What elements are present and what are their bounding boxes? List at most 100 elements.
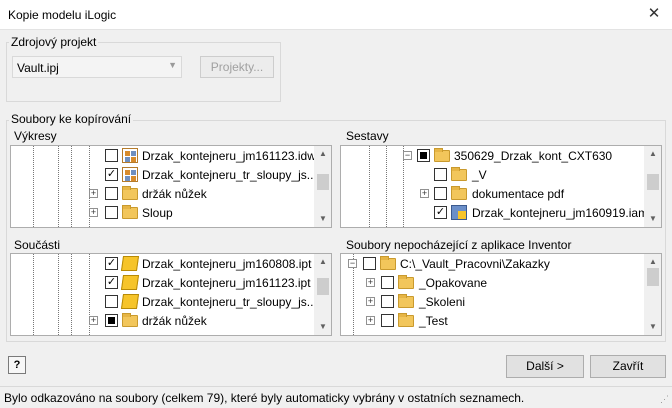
tree-row[interactable]: _V — [341, 165, 641, 184]
projects-button[interactable]: Projekty... — [200, 56, 274, 78]
resize-grip-icon[interactable]: ⋰ — [660, 394, 669, 405]
source-project-label: Zdrojový projekt — [9, 35, 99, 49]
tree-row[interactable]: + Sloup — [11, 203, 311, 222]
row-label: Drzak_kontejneru_jm160808.ipt — [142, 257, 312, 271]
tree-row[interactable]: Drzak_kontejneru_tr_sloupy_js... — [11, 292, 317, 311]
tree-row[interactable]: ✓ Drzak_kontejneru_tr_sloupy_js... — [11, 165, 317, 184]
chevron-down-icon: ▼ — [168, 60, 177, 70]
row-label: _Skoleni — [419, 295, 466, 309]
expand-icon[interactable]: + — [366, 316, 375, 325]
tree-row[interactable]: ✓ Drzak_kontejneru_jm161123.ipt — [11, 273, 311, 292]
expand-icon[interactable]: + — [366, 297, 375, 306]
folder-icon — [122, 186, 138, 200]
tree-row[interactable]: + _Opakovane — [341, 273, 641, 292]
row-label: Drzak_kontejneru_jm161123.idw — [142, 149, 316, 163]
folder-icon — [398, 294, 414, 308]
scroll-thumb[interactable] — [317, 278, 329, 295]
scroll-down-icon[interactable]: ▼ — [315, 319, 331, 335]
tree-row[interactable]: + _Skoleni — [341, 292, 641, 311]
row-checkbox[interactable]: ✓ — [105, 276, 118, 289]
row-checkbox[interactable] — [434, 187, 447, 200]
tree-row[interactable]: − 350629_Drzak_kont_CXT630 — [341, 146, 641, 165]
row-checkbox[interactable] — [381, 314, 394, 327]
row-label: držák nůžek — [142, 314, 207, 328]
non-inventor-tree[interactable]: − C:\_Vault_Pracovni\Zakazky + _Opakovan… — [340, 253, 662, 336]
tree-row[interactable]: − C:\_Vault_Pracovni\Zakazky — [341, 254, 641, 273]
scroll-down-icon[interactable]: ▼ — [645, 319, 661, 335]
status-text: Bylo odkazováno na soubory (celkem 79), … — [4, 391, 525, 405]
expand-icon[interactable]: + — [89, 208, 98, 217]
parts-tree[interactable]: ✓ Drzak_kontejneru_jm160808.ipt ✓ Drzak_… — [10, 253, 332, 336]
scrollbar[interactable]: ▲ ▼ — [314, 146, 331, 227]
row-label: _V — [472, 168, 487, 182]
row-checkbox[interactable] — [417, 149, 430, 162]
folder-icon — [398, 313, 414, 327]
row-checkbox[interactable] — [381, 295, 394, 308]
row-checkbox[interactable] — [381, 276, 394, 289]
close-icon[interactable]: ✕ — [646, 6, 662, 22]
next-button[interactable]: Další > — [506, 355, 584, 378]
expand-icon[interactable]: + — [366, 278, 375, 287]
row-checkbox[interactable] — [434, 168, 447, 181]
assemblies-tree[interactable]: − 350629_Drzak_kont_CXT630 _V + dokument… — [340, 145, 662, 228]
project-select-value: Vault.ipj — [17, 61, 59, 75]
tree-row[interactable]: + držák nůžek — [11, 184, 311, 203]
expand-icon[interactable]: + — [89, 189, 98, 198]
tree-row[interactable]: ✓ Drzak_kontejneru_jm160808.ipt — [11, 254, 311, 273]
folder-icon — [380, 256, 396, 270]
ipt-icon — [120, 275, 140, 290]
row-checkbox[interactable] — [105, 187, 118, 200]
folder-icon — [451, 167, 467, 181]
row-label: držák nůžek — [142, 187, 207, 201]
expand-icon[interactable]: + — [420, 189, 429, 198]
project-select[interactable]: Vault.ipj ▼ — [12, 56, 182, 78]
folder-icon — [122, 313, 138, 327]
drawings-tree[interactable]: Drzak_kontejneru_jm161123.idw ✓ Drzak_ko… — [10, 145, 332, 228]
idw-icon — [122, 167, 138, 182]
ipt-icon — [120, 294, 140, 309]
row-checkbox[interactable] — [105, 295, 118, 308]
tree-row[interactable]: + držák nůžek — [11, 311, 311, 330]
window-title: Kopie modelu iLogic — [8, 8, 117, 22]
row-checkbox[interactable] — [363, 257, 376, 270]
tree-row[interactable]: ✓ Drzak_kontejneru_jm160919.iam — [341, 203, 648, 222]
tree-row[interactable]: + dokumentace pdf — [341, 184, 641, 203]
expand-icon[interactable]: + — [89, 316, 98, 325]
scroll-up-icon[interactable]: ▲ — [645, 146, 661, 162]
scroll-down-icon[interactable]: ▼ — [315, 211, 331, 227]
title-bar: Kopie modelu iLogic ✕ — [0, 0, 672, 30]
row-checkbox[interactable]: ✓ — [105, 168, 118, 181]
row-label: _Test — [419, 314, 448, 328]
scroll-down-icon[interactable]: ▼ — [645, 211, 661, 227]
scroll-thumb[interactable] — [647, 174, 659, 190]
close-button[interactable]: Zavřít — [590, 355, 666, 378]
collapse-icon[interactable]: − — [403, 151, 412, 160]
status-bar: Bylo odkazováno na soubory (celkem 79), … — [0, 386, 672, 408]
iam-icon — [451, 205, 467, 220]
row-checkbox[interactable]: ✓ — [105, 257, 118, 270]
row-label: _Opakovane — [419, 276, 488, 290]
idw-icon — [122, 148, 138, 163]
scroll-thumb[interactable] — [317, 174, 329, 190]
row-label: dokumentace pdf — [472, 187, 565, 201]
help-button[interactable]: ? — [8, 356, 26, 374]
scrollbar[interactable]: ▲ ▼ — [314, 254, 331, 335]
row-checkbox[interactable] — [105, 314, 118, 327]
row-label: Sloup — [142, 206, 173, 220]
scroll-up-icon[interactable]: ▲ — [315, 254, 331, 270]
folder-icon — [122, 205, 138, 219]
tree-row[interactable]: Drzak_kontejneru_jm161123.idw — [11, 146, 316, 165]
tree-row[interactable]: + _Test — [341, 311, 641, 330]
scroll-up-icon[interactable]: ▲ — [315, 146, 331, 162]
row-checkbox[interactable]: ✓ — [434, 206, 447, 219]
row-checkbox[interactable] — [105, 149, 118, 162]
scrollbar[interactable]: ▲ ▼ — [644, 146, 661, 227]
folder-icon — [434, 148, 450, 162]
scroll-thumb[interactable] — [647, 268, 659, 286]
files-group-label: Soubory ke kopírování — [9, 112, 134, 126]
collapse-icon[interactable]: − — [348, 259, 357, 268]
row-label: Drzak_kontejneru_jm160919.iam — [472, 206, 649, 220]
row-checkbox[interactable] — [105, 206, 118, 219]
row-label: 350629_Drzak_kont_CXT630 — [454, 149, 613, 163]
scrollbar[interactable]: ▲ ▼ — [644, 254, 661, 335]
